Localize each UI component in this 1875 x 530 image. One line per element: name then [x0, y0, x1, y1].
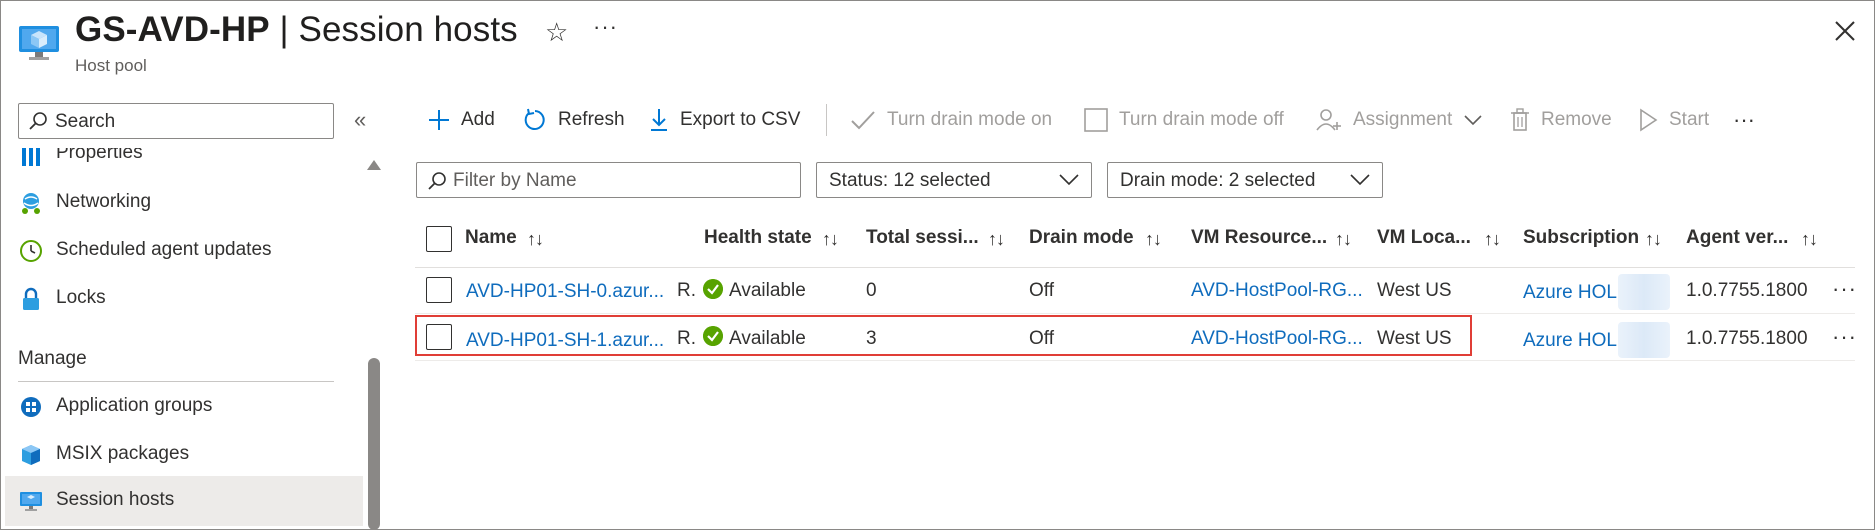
table-header-divider [415, 267, 1855, 268]
chevron-down-icon [1350, 174, 1370, 186]
sidebar-item-networking[interactable]: Networking [5, 178, 363, 226]
filter-placeholder: Filter by Name [453, 170, 577, 191]
toolbar-separator [826, 104, 827, 136]
row-divider [415, 360, 1855, 361]
row-more-button[interactable]: ··· [1832, 324, 1857, 350]
sidebar-item-label: Locks [56, 287, 106, 308]
section-heading-manage: Manage [18, 348, 87, 369]
sidebar-item-label: Session hosts [56, 489, 175, 510]
select-all-checkbox[interactable] [426, 226, 452, 252]
application-groups-icon [21, 397, 41, 417]
sidebar-item-locks[interactable]: Locks [5, 274, 363, 322]
resource-group-link[interactable]: AVD-HostPool-RG... [1191, 280, 1363, 302]
column-header-total-sessions[interactable]: Total sessi... [866, 227, 979, 249]
package-icon [22, 445, 40, 465]
checkbox-empty-icon [1084, 108, 1108, 132]
properties-icon [22, 148, 40, 166]
start-button[interactable]: Start [1638, 105, 1709, 135]
column-header-subscription[interactable]: Subscription [1523, 227, 1639, 249]
subscription-link[interactable]: Azure HOL [1523, 282, 1617, 304]
row-checkbox[interactable] [426, 277, 452, 303]
sort-icon[interactable]: ↑↓ [1145, 229, 1162, 250]
favorite-star-icon[interactable]: ☆ [545, 17, 568, 48]
sort-icon[interactable]: ↑↓ [1801, 229, 1818, 250]
plus-icon [429, 110, 449, 130]
sidebar-item-msix-packages[interactable]: MSIX packages [5, 430, 363, 478]
column-header-vm-resource-group[interactable]: VM Resource... [1191, 227, 1327, 249]
health-state: Available [729, 280, 806, 301]
refresh-icon [524, 108, 545, 130]
agent-version: 1.0.7755.1800 [1686, 280, 1808, 301]
search-placeholder: Search [55, 111, 116, 132]
sidebar-item-session-hosts[interactable]: Session hosts [5, 476, 363, 526]
sidebar-item-label: MSIX packages [56, 443, 190, 464]
chevron-down-icon [1464, 115, 1482, 126]
sidebar-search-input[interactable]: Search [18, 103, 334, 139]
sidebar-item-application-groups[interactable]: Application groups [5, 382, 363, 430]
assignment-dropdown[interactable]: Assignment [1316, 105, 1482, 135]
export-csv-button[interactable]: Export to CSV [649, 105, 800, 135]
column-header-agent-version[interactable]: Agent ver... [1686, 227, 1788, 249]
total-sessions: 0 [866, 280, 877, 301]
download-icon [651, 109, 667, 131]
vm-location: West US [1377, 280, 1452, 301]
search-icon [29, 112, 47, 130]
sidebar-item-label: Networking [56, 191, 152, 212]
scroll-up-arrow[interactable] [367, 160, 381, 170]
sort-icon[interactable]: ↑↓ [988, 229, 1005, 250]
networking-icon [22, 193, 40, 214]
collapse-sidebar-button[interactable]: « [354, 107, 366, 133]
add-button[interactable]: Add [428, 105, 495, 135]
column-header-name[interactable]: Name [465, 227, 517, 249]
turn-drain-mode-on-button[interactable]: Turn drain mode on [850, 105, 1052, 135]
toolbar-more-button[interactable]: ··· [1733, 105, 1755, 135]
host-pool-icon [19, 26, 59, 60]
sidebar-scrollbar-thumb[interactable] [368, 358, 380, 530]
chevron-down-icon [1059, 174, 1079, 186]
status-filter-dropdown[interactable]: Status: 12 selected [816, 162, 1092, 198]
column-header-drain-mode[interactable]: Drain mode [1029, 227, 1134, 249]
sort-icon[interactable]: ↑↓ [822, 229, 839, 250]
row-more-button[interactable]: ··· [1832, 276, 1857, 302]
clock-icon [20, 240, 42, 262]
search-icon [428, 172, 446, 190]
host-name-link[interactable]: AVD-HP01-SH-0.azur... [466, 281, 664, 303]
redacted-blur [1618, 274, 1670, 310]
status-text: R. [677, 280, 696, 301]
agent-version: 1.0.7755.1800 [1686, 328, 1808, 349]
drain-mode: Off [1029, 280, 1054, 301]
checkmark-icon [851, 111, 875, 130]
trash-icon [1511, 108, 1529, 131]
session-hosts-icon [20, 492, 42, 511]
page-subtitle: Host pool [75, 56, 147, 75]
sort-icon[interactable]: ↑↓ [527, 229, 544, 250]
column-header-vm-location[interactable]: VM Loca... [1377, 227, 1471, 249]
turn-drain-mode-off-button[interactable]: Turn drain mode off [1084, 105, 1284, 135]
redacted-blur [1618, 322, 1670, 358]
sort-icon[interactable]: ↑↓ [1645, 229, 1662, 250]
subscription-link[interactable]: Azure HOL [1523, 330, 1617, 352]
close-icon[interactable] [1832, 18, 1858, 44]
drain-mode-filter-dropdown[interactable]: Drain mode: 2 selected [1107, 162, 1383, 198]
remove-button[interactable]: Remove [1510, 105, 1612, 135]
page-title: GS-AVD-HP | Session hosts [75, 10, 518, 49]
sidebar-item-label: Properties [56, 148, 143, 163]
sidebar-item-label: Scheduled agent updates [56, 239, 272, 260]
sidebar-item-properties[interactable]: Properties [5, 148, 363, 170]
sort-icon[interactable]: ↑↓ [1484, 229, 1501, 250]
row-highlight-box [415, 315, 1472, 356]
play-icon [1640, 108, 1658, 132]
header-more-button[interactable]: ··· [593, 14, 618, 40]
add-user-icon [1316, 109, 1341, 131]
filter-by-name-input[interactable]: Filter by Name [416, 162, 801, 198]
lock-icon [23, 287, 39, 310]
sort-icon[interactable]: ↑↓ [1335, 229, 1352, 250]
refresh-button[interactable]: Refresh [523, 105, 625, 135]
available-check-icon [703, 279, 723, 299]
sidebar-item-label: Application groups [56, 395, 213, 416]
row-divider [415, 313, 1855, 314]
sidebar-item-scheduled-agent-updates[interactable]: Scheduled agent updates [5, 226, 363, 274]
column-header-health-state[interactable]: Health state [704, 227, 812, 249]
